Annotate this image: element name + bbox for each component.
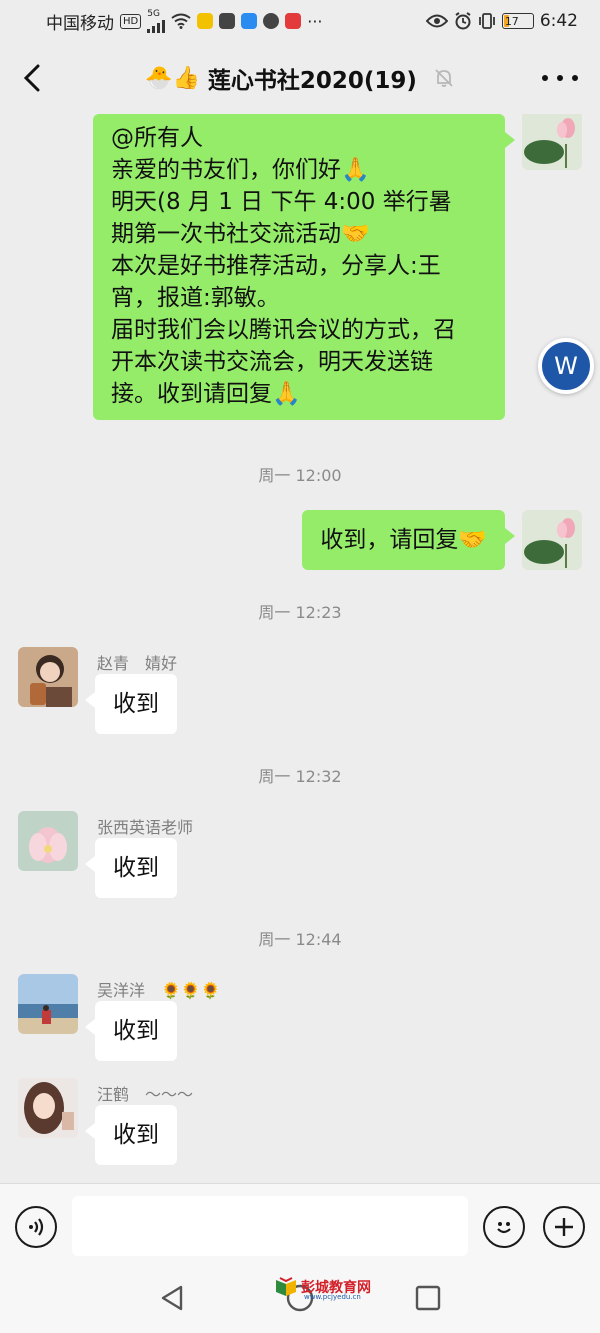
smiley-icon xyxy=(497,1222,511,1234)
dot-icon xyxy=(572,75,578,81)
message-list[interactable]: @所有人 亲爱的书友们，你们好🙏 明天(8 月 1 日 下午 4:00 举行暑 … xyxy=(0,114,600,1183)
input-bar xyxy=(0,1183,600,1267)
lotus-avatar-image xyxy=(522,510,582,570)
message-input[interactable] xyxy=(72,1196,468,1256)
my-avatar[interactable] xyxy=(522,510,582,570)
square-recents-icon xyxy=(415,1285,441,1311)
book-logo-icon xyxy=(276,1277,296,1296)
cloud-app-icon xyxy=(241,13,258,29)
nav-back-button[interactable] xyxy=(157,1283,187,1313)
vibrate-icon xyxy=(478,13,496,29)
dot-icon xyxy=(557,75,563,81)
member-avatar[interactable] xyxy=(18,647,78,707)
eye-icon xyxy=(425,14,448,28)
member-avatar-image xyxy=(18,647,78,707)
cell-signal-icon: 5G xyxy=(147,9,166,33)
message-bubble[interactable]: 收到 xyxy=(85,1105,177,1165)
floating-app-button[interactable]: W xyxy=(538,338,594,394)
timestamp: 周一 12:32 xyxy=(258,767,342,786)
chat-title: 🐣👍 莲心书社2020(19) xyxy=(145,61,455,95)
voice-icon xyxy=(29,1218,44,1236)
wifi-icon xyxy=(171,13,191,29)
reader-app-icon xyxy=(285,13,302,29)
message-line: 亲爱的书友们，你们好🙏 xyxy=(111,157,370,183)
watermark-url: www.pcjyedu.cn xyxy=(304,1293,361,1301)
site-watermark: 彭城教育网 www.pcjyedu.cn xyxy=(274,1276,371,1301)
nav-recents-button[interactable] xyxy=(413,1283,443,1313)
alarm-icon xyxy=(454,12,472,30)
lotus-avatar-image xyxy=(522,114,582,170)
member-avatar[interactable] xyxy=(18,1078,78,1138)
dot-icon xyxy=(542,75,548,81)
app-notification-icon xyxy=(219,13,236,29)
timestamp: 周一 12:00 xyxy=(258,466,342,485)
message-line: 明天(8 月 1 日 下午 4:00 举行暑 xyxy=(111,189,452,215)
plus-icon xyxy=(555,1218,573,1236)
hd-icon: HD xyxy=(120,13,142,29)
back-button[interactable] xyxy=(18,62,48,94)
message-bubble[interactable]: 收到，请回复🤝 xyxy=(302,510,515,570)
chevron-left-icon xyxy=(23,64,40,92)
title-emoji: 🐣👍 xyxy=(145,65,200,91)
message-line: 本次是好书推荐活动，分享人:王 xyxy=(111,253,441,279)
sender-name: 张西英语老师 xyxy=(97,818,194,837)
status-bar: 中国移动 HD 5G ··· 17 6:42 xyxy=(0,0,600,42)
my-avatar[interactable] xyxy=(522,114,582,170)
message-line: 开本次读书交流会，明天发送链 xyxy=(111,349,433,375)
more-functions-button[interactable] xyxy=(543,1206,585,1248)
message-line: 接。收到请回复🙏 xyxy=(111,381,301,407)
battery-level: 17 xyxy=(504,14,519,28)
emoji-button[interactable] xyxy=(483,1206,525,1248)
chat-header: 🐣👍 莲心书社2020(19) xyxy=(0,42,600,114)
timestamp: 周一 12:44 xyxy=(258,930,342,949)
voice-input-button[interactable] xyxy=(15,1206,57,1248)
sender-name: 赵青 婧好 xyxy=(97,654,178,673)
triangle-back-icon xyxy=(161,1285,183,1311)
message-bubble-announcement[interactable]: @所有人 亲爱的书友们，你们好🙏 明天(8 月 1 日 下午 4:00 举行暑 … xyxy=(93,114,515,420)
status-right: 17 6:42 xyxy=(425,11,578,31)
message-bubble[interactable]: 收到 xyxy=(85,1001,177,1061)
chat-app-icon xyxy=(263,13,280,29)
member-avatar-image xyxy=(18,811,78,871)
battery-icon: 17 xyxy=(501,13,534,29)
message-line: 期第一次书社交流活动🤝 xyxy=(111,221,370,247)
mute-bell-icon xyxy=(435,69,453,87)
timestamp: 周一 12:23 xyxy=(258,603,342,622)
member-avatar-image xyxy=(18,974,78,1034)
message-line: 宵，报道:郭敏。 xyxy=(111,285,280,311)
member-avatar[interactable] xyxy=(18,974,78,1034)
message-line: 届时我们会以腾讯会议的方式，召 xyxy=(111,317,456,343)
message-bubble[interactable]: 收到 xyxy=(85,838,177,898)
app-notification-icon xyxy=(197,13,214,29)
sender-name: 汪鹤 ～～～ xyxy=(97,1085,194,1104)
status-left: 中国移动 HD 5G ··· xyxy=(46,9,323,34)
message-line: @所有人 xyxy=(111,125,203,151)
message-bubble[interactable]: 收到 xyxy=(85,674,177,734)
carrier-name: 中国移动 xyxy=(46,13,114,34)
member-avatar[interactable] xyxy=(18,811,78,871)
more-options-button[interactable] xyxy=(542,64,578,92)
sender-name: 吴洋洋 🌻🌻🌻 xyxy=(97,981,221,1000)
more-notifications-icon: ··· xyxy=(307,11,323,31)
clock-time: 6:42 xyxy=(539,11,578,31)
group-name: 莲心书社2020(19) xyxy=(207,68,417,94)
member-avatar-image xyxy=(18,1078,78,1138)
